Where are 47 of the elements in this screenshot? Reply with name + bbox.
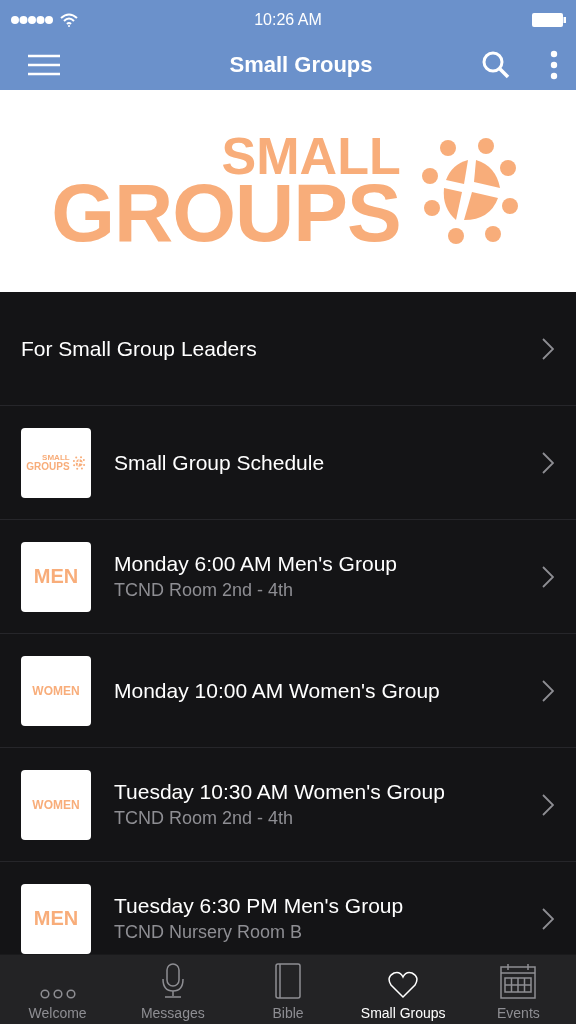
thumbnail-text: MEN [33, 907, 79, 930]
thumbnail-text: MEN [33, 565, 79, 588]
item-subtitle: TCND Nursery Room B [114, 922, 304, 943]
nav-title: Small Groups [228, 52, 374, 78]
item-title: Small Group Schedule [114, 450, 326, 475]
item-title: Tuesday 6:30 PM Men's Group [114, 894, 405, 918]
list-item[interactable]: WOMEN Monday 10:00 AM Women's Group [0, 634, 576, 748]
tab[interactable]: Welcome [0, 955, 116, 1024]
more-dots-icon [39, 989, 76, 999]
list-item[interactable]: For Small Group Leaders [0, 292, 576, 406]
book-icon [275, 963, 301, 999]
menu-button[interactable] [28, 54, 60, 76]
chevron-right-icon [542, 451, 554, 474]
heart-icon [388, 971, 419, 999]
emblem-icon [71, 455, 86, 470]
chevron-right-icon [542, 337, 554, 360]
wifi-icon [60, 13, 78, 27]
more-button[interactable] [550, 50, 558, 80]
calendar-icon [500, 963, 537, 999]
item-subtitle: TCND Room 2nd - 4th [114, 808, 295, 829]
search-button[interactable] [482, 51, 510, 79]
tab[interactable]: Events [460, 955, 576, 1024]
thumbnail-text: GROUPS [26, 461, 70, 471]
list-item[interactable]: SMALL GROUPS Small Group Schedule [0, 406, 576, 520]
item-title: Tuesday 10:30 AM Women's Group [114, 780, 446, 804]
tab[interactable]: Bible [230, 955, 346, 1024]
thumbnail-text: SMALL [42, 454, 70, 462]
chevron-right-icon [542, 907, 554, 930]
item-title: Monday 10:00 AM Women's Group [114, 678, 441, 703]
status-time: 10:26 AM [254, 11, 322, 29]
thumbnail-text: WOMEN [32, 683, 80, 698]
list-item[interactable]: WOMEN Tuesday 10:30 AM Women's Group TCND Room 2nd - 4th [0, 748, 576, 862]
chevron-right-icon [542, 679, 554, 702]
item-title: Monday 6:00 AM Men's Group [114, 552, 398, 576]
tab[interactable]: Messages [115, 955, 231, 1024]
signal-icon [10, 15, 54, 25]
list-item[interactable]: MEN Monday 6:00 AM Men's Group TCND Room 2nd - 4th [0, 520, 576, 634]
microphone-icon [160, 963, 185, 999]
thumbnail-text: WOMEN [32, 797, 80, 812]
chevron-right-icon [542, 793, 554, 816]
item-subtitle: TCND Room 2nd - 4th [114, 580, 295, 601]
banner-title: GROUPS [51, 178, 401, 248]
chevron-right-icon [542, 565, 554, 588]
tab[interactable]: Small Groups [345, 955, 461, 1024]
item-title: For Small Group Leaders [21, 336, 258, 361]
battery-icon [532, 13, 566, 27]
banner-title: SMALL [221, 134, 401, 179]
